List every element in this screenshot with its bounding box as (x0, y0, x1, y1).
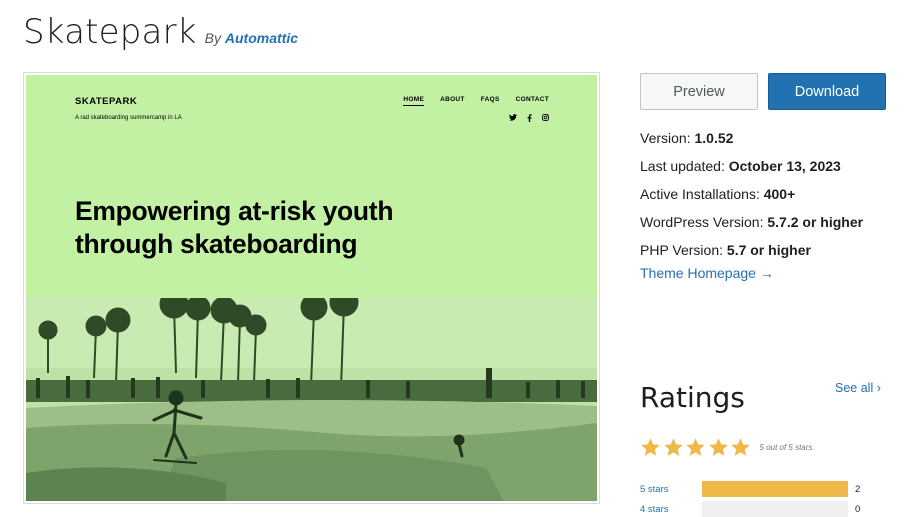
byline-prefix: By (204, 30, 221, 46)
meta-version-label: Version: (640, 130, 691, 146)
preview-social-icons (509, 114, 549, 122)
star-rating: 5 out of 5 stars. (640, 437, 815, 458)
hero-line-2: through skateboarding (75, 229, 358, 259)
theme-homepage-link[interactable]: Theme Homepage → (640, 265, 774, 281)
meta-installs-value: 400+ (763, 186, 796, 202)
rating-count-5-stars: 2 (855, 483, 861, 495)
theme-header: Skatepark By Automattic (23, 12, 298, 52)
theme-screenshot: SKATEPARK A rad skateboarding summercamp… (23, 72, 600, 504)
meta-wp-value: 5.7.2 or higher (767, 214, 864, 230)
star-icon (641, 438, 660, 456)
chevron-right-icon: › (876, 381, 881, 395)
instagram-icon (542, 114, 549, 121)
preview-site-tagline: A rad skateboarding summercamp in LA (75, 115, 182, 121)
author-link[interactable]: Automattic (225, 30, 298, 46)
preview-nav-contact: CONTACT (515, 96, 549, 103)
meta-active-installs: Active Installations: 400+ (640, 180, 863, 208)
theme-actions: Preview Download (640, 73, 886, 110)
download-button[interactable]: Download (768, 73, 886, 110)
meta-wp-version: WordPress Version: 5.7.2 or higher (640, 208, 863, 236)
theme-meta-list: Version: 1.0.52 Last updated: October 13… (640, 124, 863, 264)
preview-nav-home: HOME (403, 96, 425, 106)
meta-last-updated: Last updated: October 13, 2023 (640, 152, 863, 180)
meta-php-value: 5.7 or higher (726, 242, 811, 258)
preview-nav-faqs: FAQS (480, 96, 500, 103)
meta-wp-label: WordPress Version: (640, 214, 764, 230)
rating-bar-4-stars (702, 501, 848, 517)
stars-caption: 5 out of 5 stars. (759, 443, 815, 452)
meta-php-version: PHP Version: 5.7 or higher (640, 236, 863, 264)
screenshot-canvas: SKATEPARK A rad skateboarding summercamp… (26, 75, 597, 501)
ratings-heading: Ratings (640, 381, 745, 414)
rating-label-4-stars[interactable]: 4 stars (640, 504, 702, 515)
star-icon (686, 438, 705, 456)
star-icon (663, 438, 683, 456)
preview-site-nav: HOME ABOUT FAQS CONTACT (403, 96, 549, 106)
rating-row-4-stars: 4 stars 0 (640, 501, 860, 517)
star-icon (731, 438, 750, 456)
meta-php-label: PHP Version: (640, 242, 724, 258)
facebook-icon (527, 114, 532, 122)
meta-updated-value: October 13, 2023 (728, 158, 841, 174)
rating-count-4-stars: 0 (855, 503, 861, 515)
star-icon (708, 438, 728, 456)
skatepark-photo (26, 298, 597, 501)
see-all-label: See all (835, 381, 874, 395)
rating-bar-fill (702, 481, 848, 497)
twitter-icon (509, 114, 517, 121)
theme-title: Skatepark (23, 12, 197, 52)
meta-updated-label: Last updated: (640, 158, 725, 174)
preview-nav-about: ABOUT (440, 96, 465, 103)
skatepark-photo-illustration (26, 298, 597, 501)
meta-version-value: 1.0.52 (694, 130, 734, 146)
rating-label-5-stars[interactable]: 5 stars (640, 484, 702, 495)
rating-row-5-stars: 5 stars 2 (640, 481, 860, 497)
meta-installs-label: Active Installations: (640, 186, 760, 202)
hero-line-1: Empowering at-risk youth (75, 196, 394, 226)
theme-byline: By Automattic (205, 30, 298, 46)
preview-site-title: SKATEPARK (75, 96, 138, 107)
rating-bar-5-stars (702, 481, 848, 497)
see-all-ratings-link[interactable]: See all › (835, 381, 881, 395)
meta-version: Version: 1.0.52 (640, 124, 863, 152)
preview-button[interactable]: Preview (640, 73, 758, 110)
preview-hero-heading: Empowering at-risk youth through skatebo… (75, 195, 475, 261)
